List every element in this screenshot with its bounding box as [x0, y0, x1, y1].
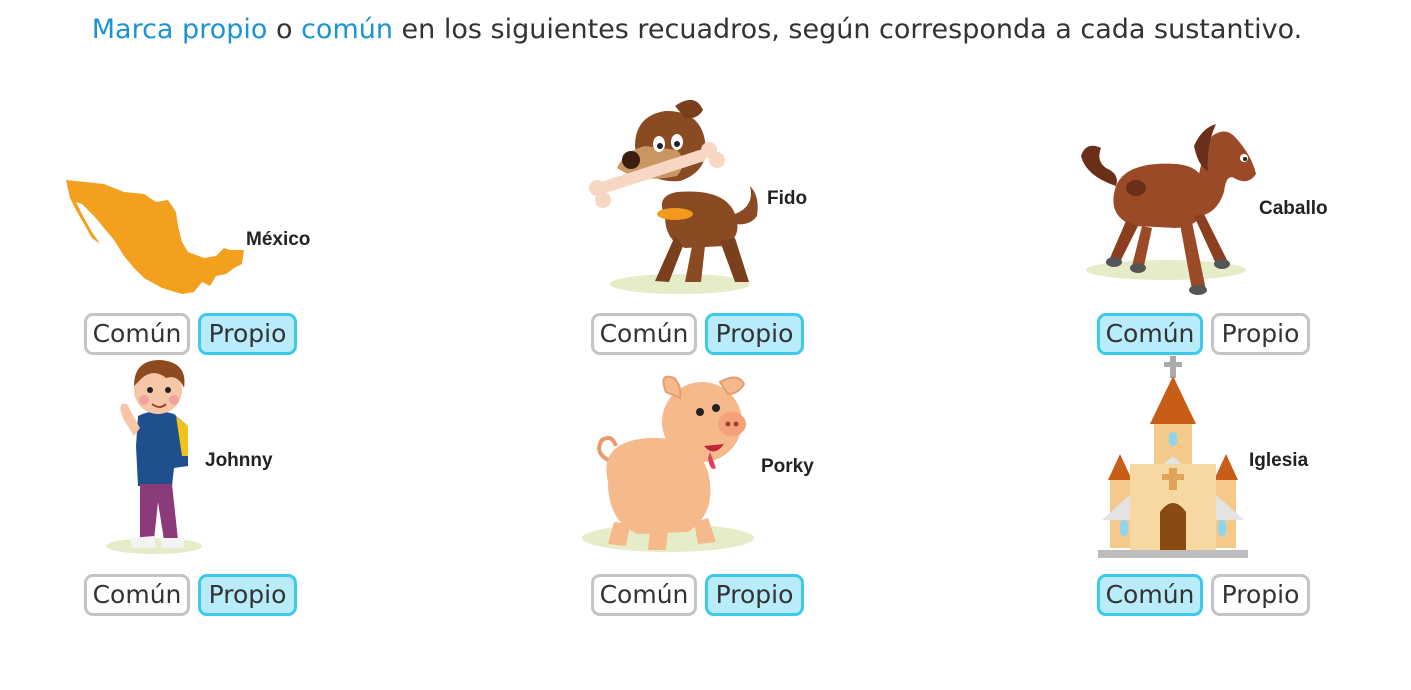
comun-button[interactable]: Común — [1097, 574, 1203, 616]
instruction-highlight-comun: común — [301, 14, 393, 45]
comun-button[interactable]: Común — [591, 313, 697, 355]
propio-button[interactable]: Propio — [705, 313, 804, 355]
instruction-text: Marca propio o común en los siguientes r… — [0, 14, 1394, 45]
item-name: Porky — [761, 456, 814, 477]
dog-image — [585, 96, 765, 296]
comun-button[interactable]: Común — [84, 313, 190, 355]
instruction-rest: en los siguientes recuadros, según corre… — [392, 14, 1303, 45]
item-name: Iglesia — [1249, 450, 1309, 471]
answer-options: Común Propio — [84, 313, 304, 359]
item-name: Fido — [767, 188, 808, 209]
comun-button[interactable]: Común — [591, 574, 697, 616]
propio-button[interactable]: Propio — [705, 574, 804, 616]
answer-options: Común Propio — [1097, 313, 1317, 359]
boy-image — [104, 356, 204, 556]
instruction-highlight-propio: Marca propio — [91, 14, 268, 45]
comun-button[interactable]: Común — [1097, 313, 1203, 355]
propio-button[interactable]: Propio — [1211, 574, 1310, 616]
item-name: Caballo — [1259, 198, 1328, 219]
propio-button[interactable]: Propio — [1211, 313, 1310, 355]
item-name: Johnny — [205, 450, 273, 471]
comun-button[interactable]: Común — [84, 574, 190, 616]
church-image — [1098, 356, 1248, 558]
answer-options: Común Propio — [84, 574, 304, 620]
horse-image — [1076, 116, 1260, 298]
propio-button[interactable]: Propio — [198, 574, 297, 616]
answer-options: Común Propio — [591, 313, 811, 359]
propio-button[interactable]: Propio — [198, 313, 297, 355]
pig-image — [578, 372, 764, 558]
item-name: México — [246, 229, 311, 250]
instruction-connector: o — [267, 14, 302, 45]
answer-options: Común Propio — [1097, 574, 1317, 620]
mexico-map-image — [64, 178, 249, 296]
answer-options: Común Propio — [591, 574, 811, 620]
